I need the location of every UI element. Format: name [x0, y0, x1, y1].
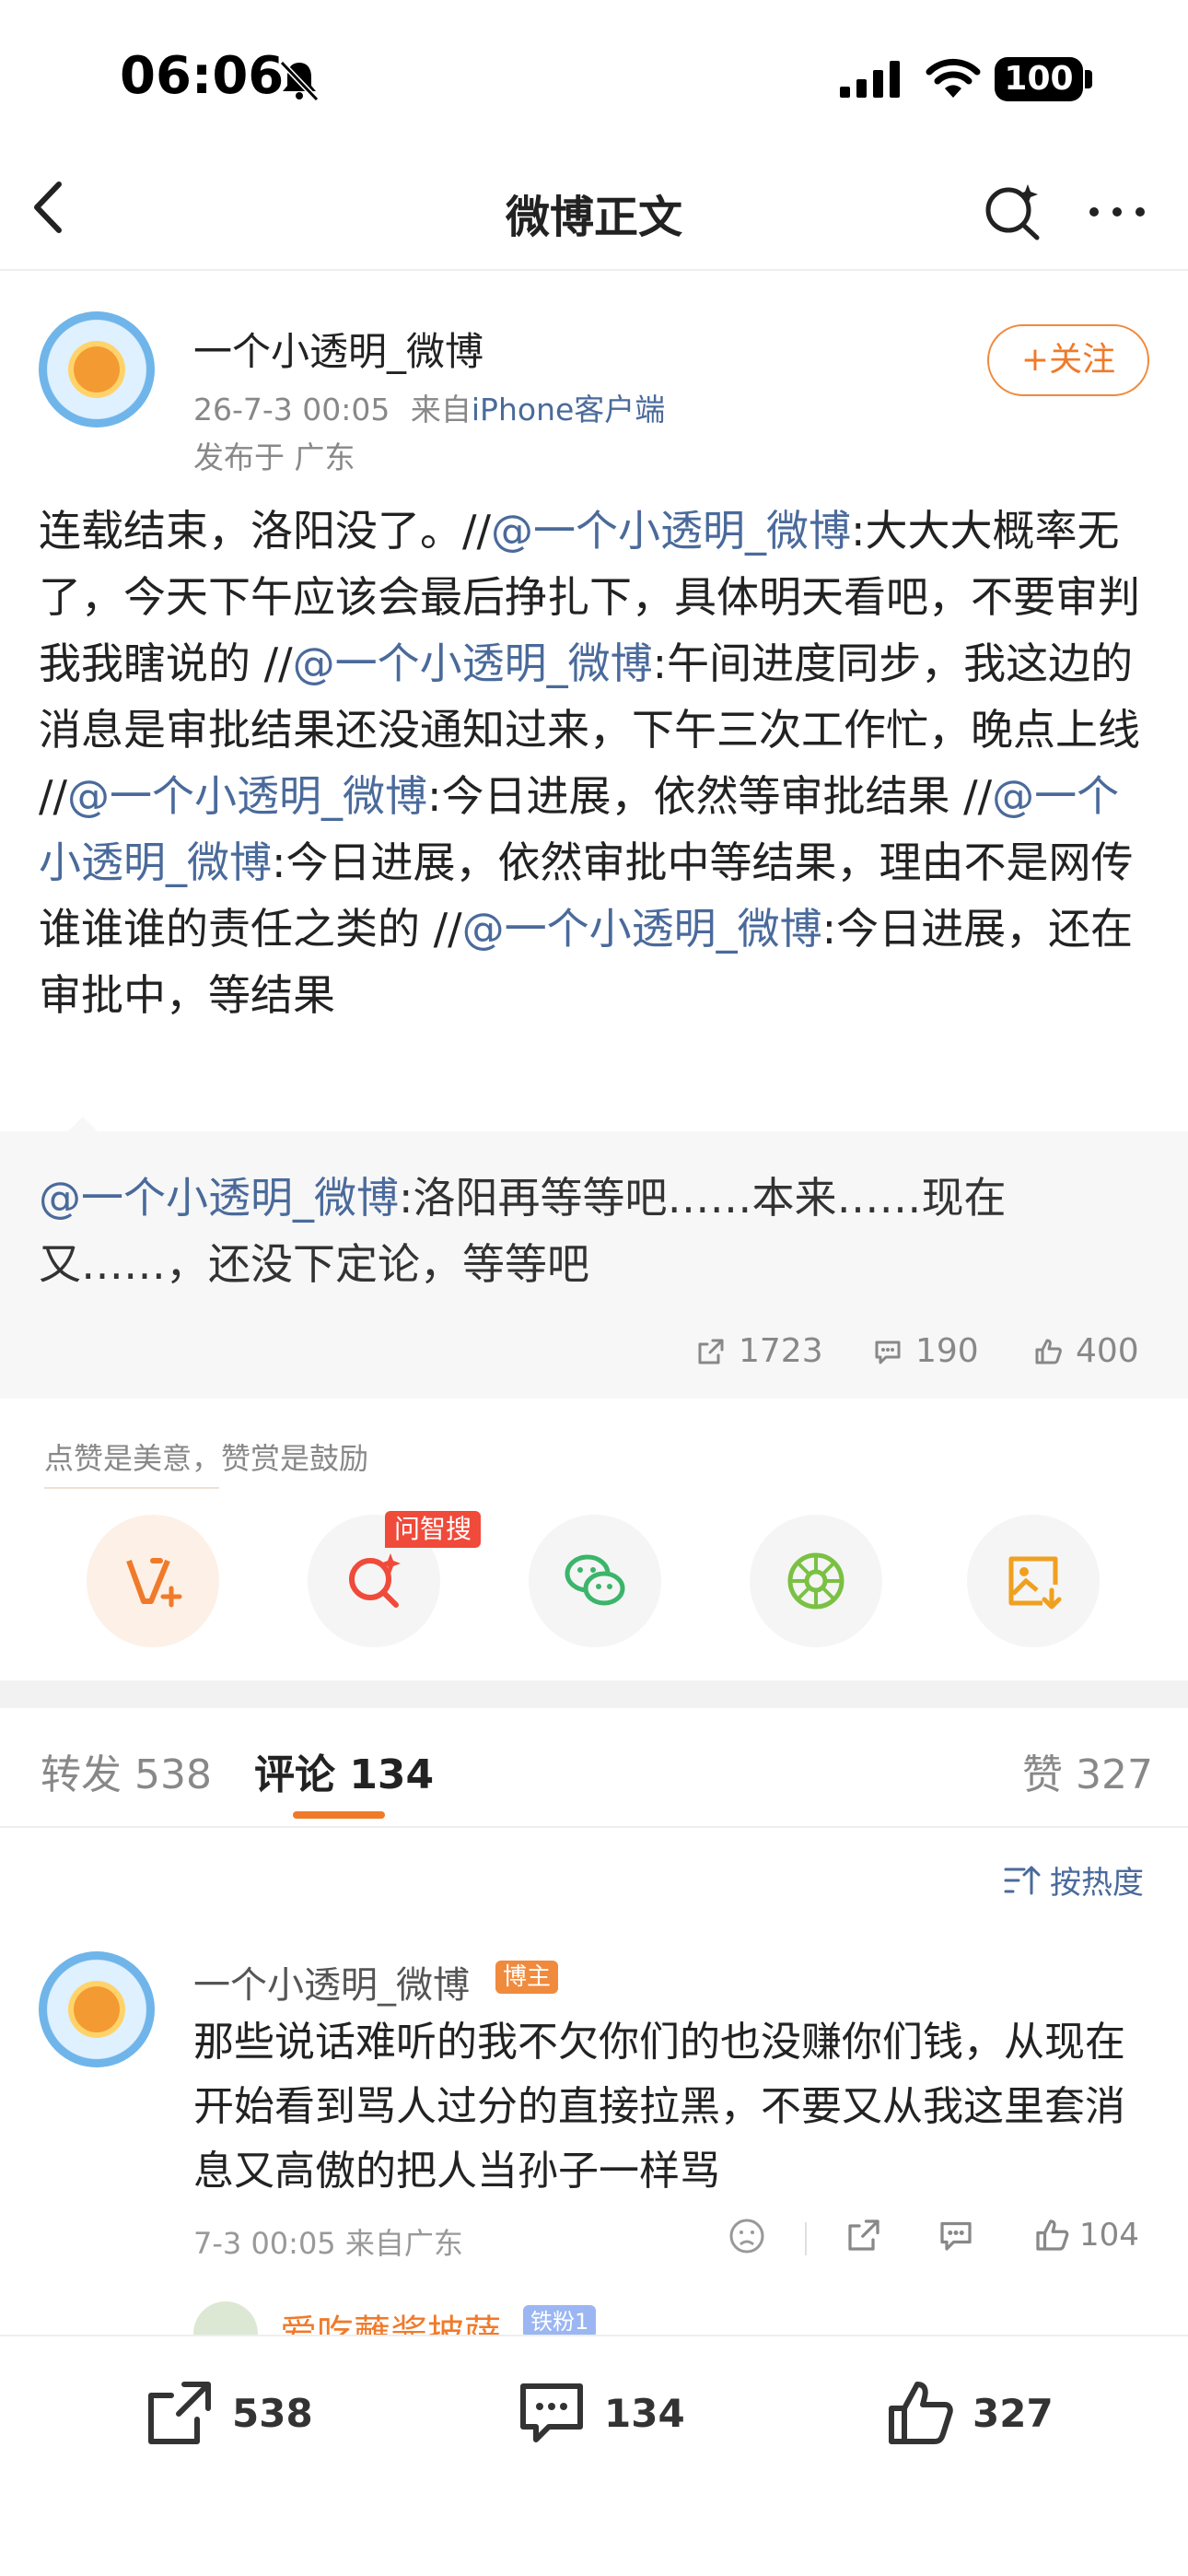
repost-mention[interactable]: @一个小透明_微博 — [39, 1173, 399, 1223]
comment-count[interactable]: 190 — [873, 1332, 979, 1370]
post-source-prefix: 来自 — [410, 392, 472, 427]
save-image-icon — [1008, 1556, 1062, 1610]
comment-icon — [940, 2221, 972, 2251]
section-divider — [0, 1680, 1188, 1708]
post-time: 26-7-3 00:05 — [193, 392, 390, 427]
post-mention[interactable]: @一个小透明_微博 — [67, 771, 427, 821]
wechat-icon — [565, 1554, 625, 1606]
wechat-share-button[interactable] — [529, 1515, 661, 1647]
post-body: 连载结束，洛阳没了。//@一个小透明_微博:大大大概率无了，今天下午应该会最后挣… — [39, 498, 1153, 1028]
dislike-button[interactable] — [728, 2217, 766, 2255]
moments-icon — [787, 1552, 844, 1610]
bottom-comment-count: 134 — [604, 2390, 685, 2436]
tab-divider — [0, 1826, 1188, 1828]
signal-icon — [840, 61, 900, 98]
v-plus-icon — [126, 1558, 182, 1608]
repost-icon — [698, 1339, 724, 1364]
comment-like-count: 104 — [1079, 2217, 1139, 2254]
bottom-action-bar — [0, 2335, 1188, 2576]
post-author-name[interactable]: 一个小透明_微博 — [193, 321, 483, 377]
ask-search-badge: 问智搜 — [385, 1511, 482, 1548]
sort-label: 按热度 — [1050, 1865, 1144, 1902]
comment-icon — [520, 2383, 583, 2442]
battery-tip — [1085, 70, 1092, 88]
repost-text: @一个小透明_微博:洛阳再等等吧……本来……现在又……，还没下定论，等等吧 — [39, 1165, 1070, 1297]
wifi-icon — [926, 58, 981, 98]
tab-reposts[interactable]: 转发 538 — [41, 1741, 212, 1800]
fan-badge: 铁粉1 — [523, 2305, 597, 2338]
comment-meta: 7-3 00:05 来自广东 — [193, 2226, 463, 2261]
comment-reply-button[interactable] — [938, 2217, 974, 2254]
tab-underline — [293, 1811, 385, 1819]
repost-count-value: 1723 — [739, 1332, 823, 1370]
bottom-like-button[interactable]: 327 — [884, 2377, 1054, 2449]
sort-icon — [1004, 1866, 1041, 1894]
comment-text: 那些说话难听的我不欠你们的也没赚你们钱，从现在开始看到骂人过分的直接拉黑，不要又… — [193, 2019, 1125, 2195]
like-icon — [889, 2382, 953, 2444]
post-mention[interactable]: @一个小透明_微博 — [491, 506, 851, 556]
like-icon — [1036, 2219, 1069, 2251]
bottom-comment-button[interactable]: 134 — [516, 2377, 685, 2449]
tab-likes[interactable]: 赞 327 — [1022, 1741, 1153, 1800]
search-sparkle-icon[interactable] — [982, 181, 1042, 241]
avatar[interactable] — [39, 311, 155, 427]
ask-search-icon — [349, 1553, 401, 1608]
comment-icon — [875, 1341, 901, 1364]
author-badge: 博主 — [495, 1961, 559, 1994]
repost-icon — [848, 2219, 879, 2251]
comment-count-value: 190 — [915, 1332, 979, 1370]
dislike-icon — [729, 2219, 764, 2254]
post-text-segment: 连载结束，洛阳没了。// — [39, 506, 491, 556]
follow-button[interactable]: +关注 — [987, 324, 1149, 396]
post-mention[interactable]: @一个小透明_微博 — [293, 638, 653, 688]
action-separator — [805, 2222, 807, 2255]
repost-count[interactable]: 1723 — [696, 1332, 823, 1370]
battery-indicator: 100 — [995, 57, 1083, 101]
like-icon — [1035, 1339, 1062, 1364]
reward-divider — [44, 1487, 219, 1489]
like-count[interactable]: 400 — [1033, 1332, 1139, 1370]
reward-label: 点赞是美意，赞赏是鼓励 — [44, 1441, 369, 1476]
bottom-repost-count: 538 — [232, 2390, 313, 2436]
more-icon[interactable] — [1087, 203, 1147, 221]
moments-share-button[interactable] — [750, 1515, 882, 1647]
nav-divider — [0, 269, 1188, 271]
post-meta: 26-7-3 00:05 来自iPhone客户端 — [193, 385, 665, 429]
comment-like-button[interactable]: 104 — [1033, 2217, 1139, 2254]
like-count-value: 400 — [1076, 1332, 1139, 1370]
comment-repost-button[interactable] — [845, 2217, 882, 2254]
bottom-like-count: 327 — [973, 2390, 1054, 2436]
post-text-segment: :今日进展，依然等审批结果 // — [427, 771, 993, 821]
comment-author[interactable]: 一个小透明_微博 — [193, 1955, 470, 2008]
post-location: 发布于 广东 — [193, 439, 355, 475]
repost-icon — [148, 2382, 211, 2444]
status-time: 06:06 — [120, 46, 285, 106]
comment-avatar[interactable] — [39, 1951, 155, 2067]
bottom-repost-button[interactable]: 538 — [144, 2377, 313, 2449]
post-source[interactable]: iPhone客户端 — [472, 392, 665, 427]
silent-bell-icon — [279, 60, 320, 102]
sort-button[interactable]: 按热度 — [1004, 1857, 1144, 1903]
post-mention[interactable]: @一个小透明_微博 — [462, 904, 822, 954]
save-image-button[interactable] — [967, 1515, 1100, 1647]
tab-comments[interactable]: 评论 134 — [254, 1741, 434, 1800]
reward-button[interactable] — [87, 1515, 219, 1647]
